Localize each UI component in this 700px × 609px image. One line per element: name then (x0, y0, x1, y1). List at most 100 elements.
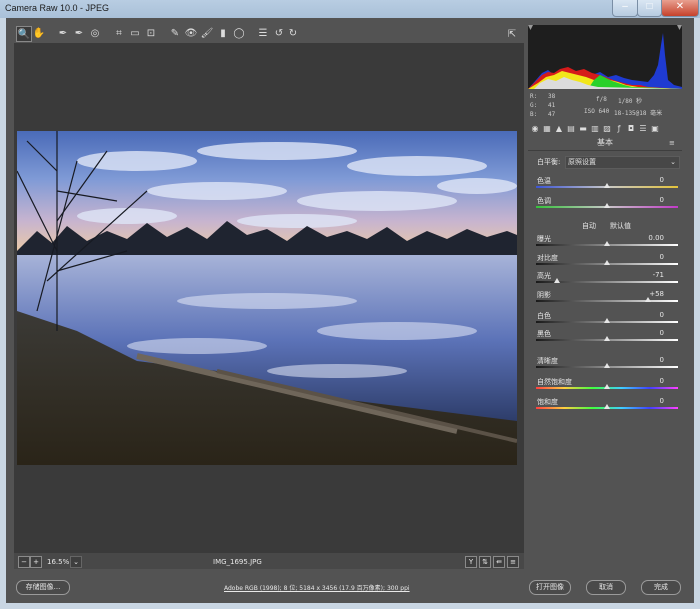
shutter: 1/80 秒 (618, 98, 643, 105)
slider-label-0: 色温 (537, 177, 551, 185)
tone-curve-tab-icon[interactable]: ▦ (542, 124, 552, 134)
default-link[interactable]: 默认值 (610, 221, 631, 231)
slider-label-4: 高光 (537, 272, 551, 280)
hsl-tab-icon[interactable]: ▤ (566, 124, 576, 134)
slider-thumb-1[interactable] (604, 203, 610, 208)
preview-settings-button[interactable]: ≡ (507, 556, 519, 568)
slider-label-1: 色调 (537, 197, 551, 205)
landscape-photo (17, 131, 517, 465)
lens: 18-135@18 毫米 (614, 110, 663, 117)
slider-value-4[interactable]: -71 (636, 271, 664, 279)
preferences-tool-icon[interactable]: ☰ (256, 26, 270, 40)
zoom-in-button[interactable]: + (30, 556, 42, 568)
maximize-button[interactable]: □ (637, 0, 662, 17)
slider-value-6[interactable]: 0 (636, 311, 664, 319)
slider-label-6: 白色 (537, 312, 551, 320)
target-adjustment-tool-icon[interactable]: ◎ (88, 26, 102, 40)
slider-thumb-10[interactable] (604, 404, 610, 409)
auto-link[interactable]: 自动 (582, 221, 596, 231)
slider-thumb-6[interactable] (604, 318, 610, 323)
preview-image (17, 131, 517, 465)
cancel-button[interactable]: 取消 (586, 580, 626, 595)
effects-tab-icon[interactable]: ƒ (614, 124, 624, 134)
chevron-down-icon: ⌄ (670, 158, 676, 166)
transform-tool-icon[interactable]: ⊡ (144, 26, 158, 40)
slider-thumb-0[interactable] (604, 183, 610, 188)
zoom-dropdown[interactable]: ⌄ (70, 556, 82, 568)
slider-label-7: 黑色 (537, 330, 551, 338)
histogram-graph (528, 25, 682, 89)
slider-label-9: 自然饱和度 (537, 378, 572, 386)
slider-label-5: 阴影 (537, 291, 551, 299)
panel-title: 基本 (528, 136, 682, 151)
slider-thumb-7[interactable] (604, 336, 610, 341)
graduated-filter-tool-icon[interactable]: ▮ (216, 26, 230, 40)
white-balance-value: 原照设置 (568, 158, 596, 166)
snapshots-tab-icon[interactable]: ▣ (650, 124, 660, 134)
slider-thumb-9[interactable] (604, 384, 610, 389)
slider-label-8: 清晰度 (537, 357, 558, 365)
adjustment-brush-tool-icon[interactable]: 🖌 (200, 26, 214, 40)
g-label: G: (530, 102, 538, 109)
color-sampler-tool-icon[interactable]: ✒ (72, 26, 86, 40)
radial-filter-tool-icon[interactable]: ◯ (232, 26, 246, 40)
b-label: B: (530, 111, 538, 118)
r-value: 38 (548, 93, 556, 100)
close-button[interactable]: ✕ (661, 0, 699, 17)
slider-value-2[interactable]: 0.00 (636, 234, 664, 242)
slider-track-5[interactable] (536, 300, 678, 302)
zoom-tool-icon[interactable]: 🔍 (16, 26, 32, 42)
panel-tabs: ◉ ▦ ▲ ▤ ▬ ▥ ▨ ƒ ◘ ☰ ▣ (528, 122, 682, 136)
before-after-button[interactable]: ⇅ (479, 556, 491, 568)
slider-thumb-2[interactable] (604, 241, 610, 246)
slider-value-8[interactable]: 0 (636, 356, 664, 364)
slider-thumb-3[interactable] (604, 260, 610, 265)
slider-thumb-4[interactable] (553, 278, 560, 283)
rotate-right-tool-icon[interactable]: ↻ (286, 26, 300, 40)
slider-thumb-5[interactable] (645, 297, 652, 302)
slider-value-7[interactable]: 0 (636, 329, 664, 337)
maximize-icon: □ (646, 1, 653, 12)
white-balance-label: 白平衡: (537, 158, 561, 166)
white-balance-tool-icon[interactable]: ✒ (56, 26, 70, 40)
close-icon: ✕ (675, 1, 685, 12)
white-balance-select[interactable]: 原照设置 ⌄ (565, 156, 680, 169)
done-button[interactable]: 完成 (641, 580, 681, 595)
slider-value-10[interactable]: 0 (636, 397, 664, 405)
r-label: R: (530, 93, 538, 100)
open-image-button[interactable]: 打开图像 (529, 580, 571, 595)
lens-tab-icon[interactable]: ▥ (590, 124, 600, 134)
hand-tool-icon[interactable]: ✋ (32, 26, 46, 40)
info-panel: R: 38 G: 41 B: 47 f/8 1/80 秒 ISO 640 18-… (528, 92, 682, 122)
transform-tab-icon[interactable]: ▨ (602, 124, 612, 134)
panel-menu-icon[interactable]: ≡ (669, 139, 675, 147)
save-image-button[interactable]: 存储图像... (16, 580, 70, 595)
calibration-tab-icon[interactable]: ◘ (626, 124, 636, 134)
slider-label-3: 对比度 (537, 254, 558, 262)
spot-removal-tool-icon[interactable]: ✎ (168, 26, 182, 40)
red-eye-tool-icon[interactable]: 👁 (184, 26, 198, 40)
tool-bar: 🔍 ✋ ✒ ✒ ◎ ⌗ ▭ ⊡ ✎ 👁 🖌 ▮ ◯ ☰ ↺ ↻ (14, 25, 524, 43)
crop-tool-icon[interactable]: ⌗ (112, 26, 126, 40)
fullscreen-icon[interactable]: ⇱ (505, 27, 519, 41)
presets-tab-icon[interactable]: ☰ (638, 124, 648, 134)
straighten-tool-icon[interactable]: ▭ (128, 26, 142, 40)
slider-value-9[interactable]: 0 (636, 377, 664, 385)
slider-value-3[interactable]: 0 (636, 253, 664, 261)
swap-settings-button[interactable]: ⇚ (493, 556, 505, 568)
rotate-left-tool-icon[interactable]: ↺ (272, 26, 286, 40)
zoom-out-button[interactable]: − (18, 556, 30, 568)
minimize-button[interactable]: – (612, 0, 638, 17)
filename: IMG_1695.JPG (213, 558, 262, 566)
y-toggle-button[interactable]: Y (465, 556, 477, 568)
zoom-level: 16.5% (47, 558, 70, 566)
slider-label-2: 曝光 (537, 235, 551, 243)
workflow-options-link[interactable]: Adobe RGB (1998); 8 位; 5184 x 3456 (17.9… (224, 583, 410, 592)
slider-label-10: 饱和度 (537, 398, 558, 406)
basic-tab-icon[interactable]: ◉ (530, 124, 540, 134)
detail-tab-icon[interactable]: ▲ (554, 124, 564, 134)
split-toning-tab-icon[interactable]: ▬ (578, 124, 588, 134)
slider-value-0[interactable]: 0 (636, 176, 664, 184)
slider-value-1[interactable]: 0 (636, 196, 664, 204)
slider-thumb-8[interactable] (604, 363, 610, 368)
